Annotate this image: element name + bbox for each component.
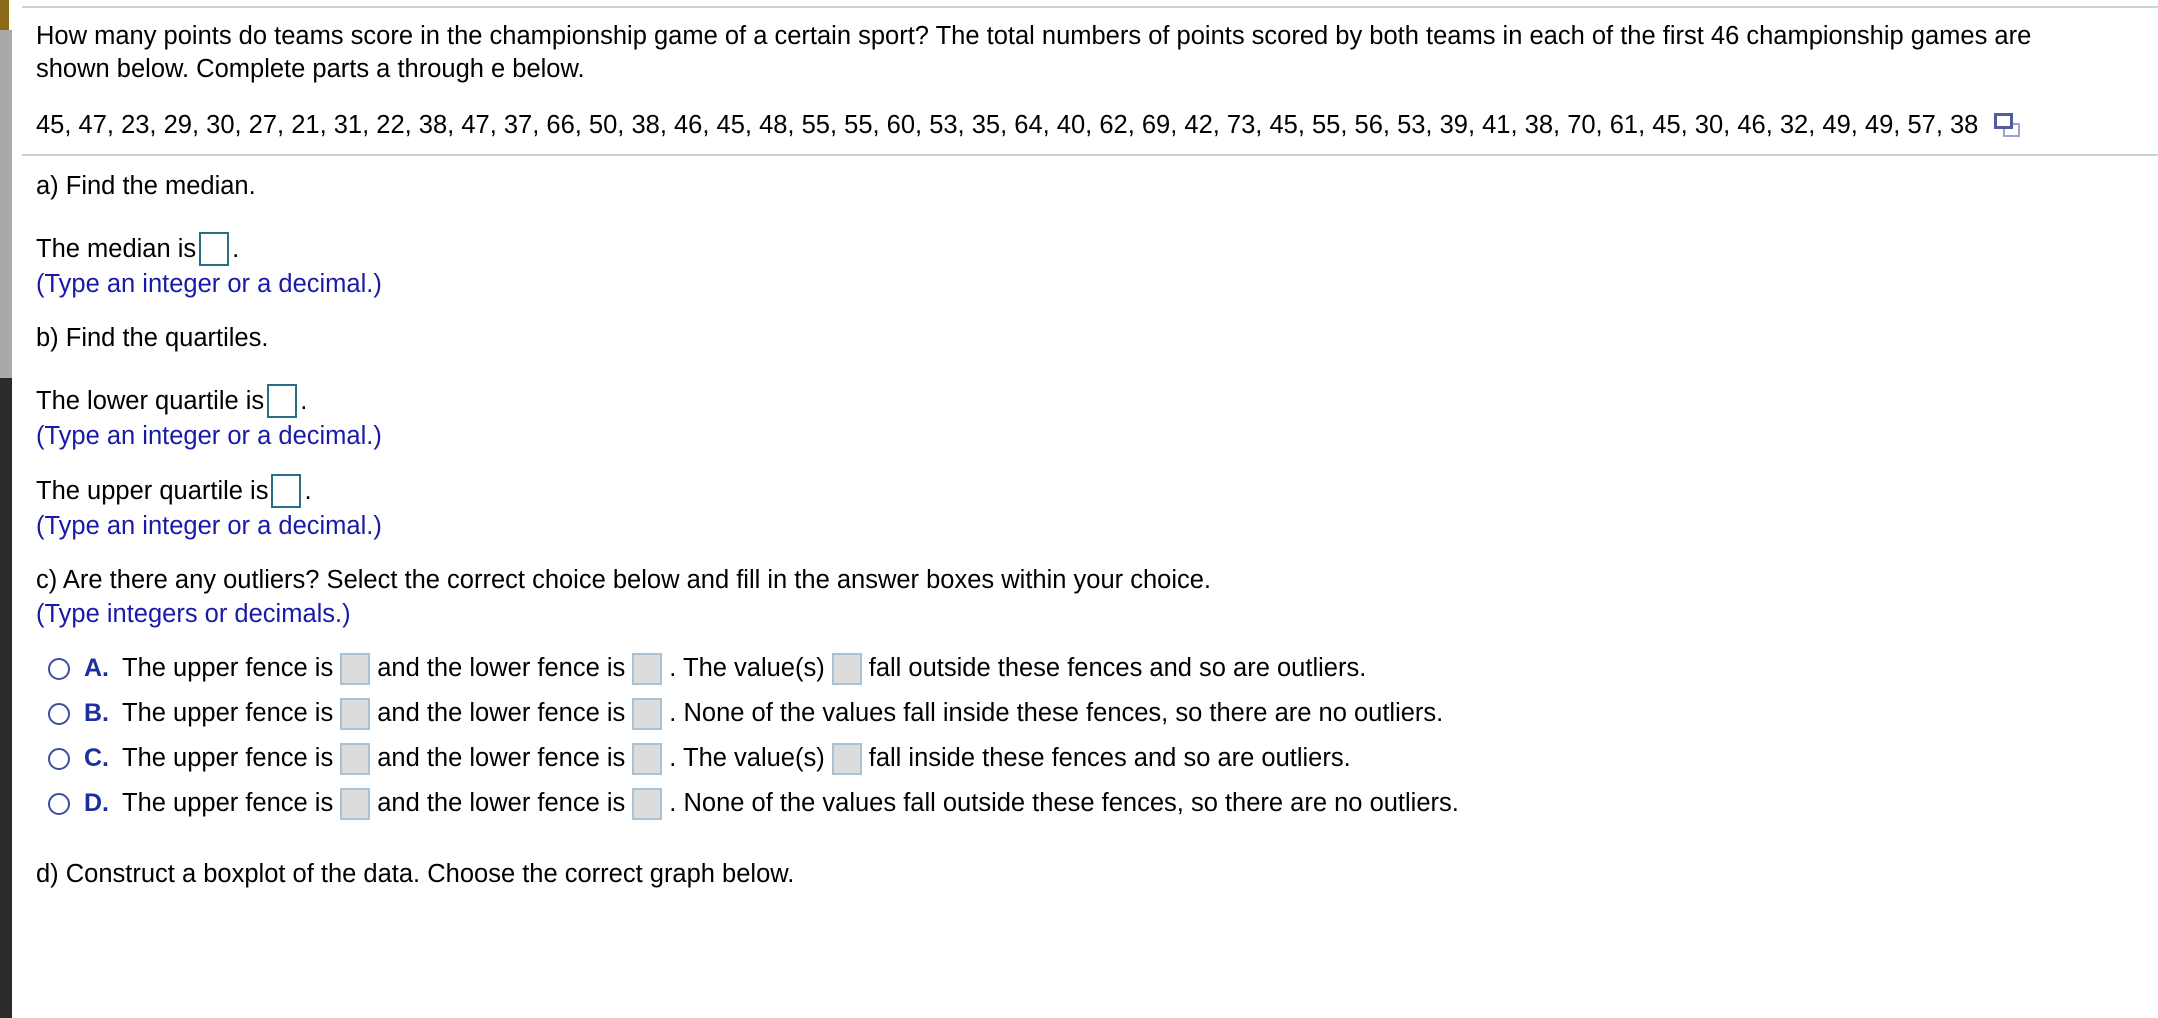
choice-b-seg3: . None of the values fall inside these f… xyxy=(669,699,1444,727)
choice-a-seg2: and the lower fence is xyxy=(377,654,626,682)
choice-d-seg3: . None of the values fall outside these … xyxy=(669,789,1459,817)
copy-icon[interactable] xyxy=(1994,113,2021,137)
outlier-choice-group: A. The upper fence is and the lower fenc… xyxy=(36,646,2138,826)
choice-a-upper-fence-input[interactable] xyxy=(340,652,371,685)
choice-letter-c: C. xyxy=(84,744,109,772)
data-values-row: 45, 47, 23, 29, 30, 27, 21, 31, 22, 38, … xyxy=(36,110,2138,140)
choice-c-seg1: The upper fence is xyxy=(122,744,334,772)
median-answer-line: The median is . xyxy=(36,232,2138,266)
radio-icon-a[interactable] xyxy=(48,657,70,680)
choice-c-seg2: and the lower fence is xyxy=(377,744,626,772)
choice-letter-b: B. xyxy=(84,699,109,727)
part-a-heading: a) Find the median. xyxy=(36,172,256,200)
edge-gold-marker xyxy=(0,0,9,30)
choice-option-c[interactable]: C. The upper fence is and the lower fenc… xyxy=(36,736,2138,781)
scrollbar-track[interactable] xyxy=(0,30,12,378)
choice-text-a: The upper fence is and the lower fence i… xyxy=(122,652,1367,685)
choice-text-b: The upper fence is and the lower fence i… xyxy=(122,697,1444,730)
exercise-page: How many points do teams score in the ch… xyxy=(22,0,2158,1018)
choice-text-c: The upper fence is and the lower fence i… xyxy=(122,742,1351,775)
choice-text-d: The upper fence is and the lower fence i… xyxy=(122,787,1459,820)
choice-a-seg3: . The value(s) xyxy=(669,654,825,682)
part-b-heading: b) Find the quartiles. xyxy=(36,324,269,352)
choice-a-seg1: The upper fence is xyxy=(122,654,334,682)
choice-option-d[interactable]: D. The upper fence is and the lower fenc… xyxy=(36,781,2138,826)
part-c-hint: (Type integers or decimals.) xyxy=(36,600,351,628)
choice-c-lower-fence-input[interactable] xyxy=(632,742,663,775)
choice-d-seg2: and the lower fence is xyxy=(377,789,626,817)
choice-d-lower-fence-input[interactable] xyxy=(632,787,663,820)
edge-gutter-bottom xyxy=(12,378,22,1018)
choice-option-a[interactable]: A. The upper fence is and the lower fenc… xyxy=(36,646,2138,691)
choice-option-b[interactable]: B. The upper fence is and the lower fenc… xyxy=(36,691,2138,736)
choice-c-upper-fence-input[interactable] xyxy=(340,742,371,775)
choice-b-seg1: The upper fence is xyxy=(122,699,334,727)
choice-d-upper-fence-input[interactable] xyxy=(340,787,371,820)
problem-statement-section: How many points do teams score in the ch… xyxy=(22,8,2158,140)
choice-a-values-input[interactable] xyxy=(831,652,862,685)
radio-icon-b[interactable] xyxy=(48,702,70,725)
part-d-heading: d) Construct a boxplot of the data. Choo… xyxy=(36,860,795,888)
lower-quartile-period: . xyxy=(300,387,308,415)
upper-quartile-hint: (Type an integer or a decimal.) xyxy=(36,512,382,540)
lower-quartile-label: The lower quartile is xyxy=(36,387,265,415)
upper-quartile-input[interactable] xyxy=(271,474,302,508)
upper-quartile-label: The upper quartile is xyxy=(36,477,269,505)
median-input[interactable] xyxy=(199,232,230,266)
median-label: The median is xyxy=(36,235,197,263)
lower-quartile-answer-line: The lower quartile is . xyxy=(36,384,2138,418)
data-values-text: 45, 47, 23, 29, 30, 27, 21, 31, 22, 38, … xyxy=(36,111,1979,139)
choice-a-seg4: fall outside these fences and so are out… xyxy=(868,654,1367,682)
choice-letter-a: A. xyxy=(84,654,109,682)
left-scrollbar-strip[interactable] xyxy=(0,0,22,1018)
choice-b-lower-fence-input[interactable] xyxy=(632,697,663,730)
radio-icon-d[interactable] xyxy=(48,792,70,815)
median-hint: (Type an integer or a decimal.) xyxy=(36,270,382,298)
choice-d-seg1: The upper fence is xyxy=(122,789,334,817)
choice-c-seg3: . The value(s) xyxy=(669,744,825,772)
edge-gutter-top xyxy=(9,0,22,30)
choice-c-values-input[interactable] xyxy=(831,742,862,775)
copy-icon-front-square xyxy=(1994,113,2014,129)
part-c-heading: c) Are there any outliers? Select the co… xyxy=(36,566,1212,594)
choice-c-seg4: fall inside these fences and so are outl… xyxy=(868,744,1351,772)
choice-a-lower-fence-input[interactable] xyxy=(632,652,663,685)
choice-letter-d: D. xyxy=(84,789,109,817)
problem-intro-text: How many points do teams score in the ch… xyxy=(36,22,2032,83)
edge-gutter-middle xyxy=(12,30,22,378)
upper-quartile-answer-line: The upper quartile is . xyxy=(36,474,2138,508)
lower-quartile-input[interactable] xyxy=(267,384,298,418)
choice-b-upper-fence-input[interactable] xyxy=(340,697,371,730)
answer-body: a) Find the median. The median is . (Typ… xyxy=(22,156,2158,890)
scrollbar-thumb[interactable] xyxy=(0,378,12,1018)
upper-quartile-period: . xyxy=(304,477,312,505)
lower-quartile-hint: (Type an integer or a decimal.) xyxy=(36,422,382,450)
radio-icon-c[interactable] xyxy=(48,747,70,770)
choice-b-seg2: and the lower fence is xyxy=(377,699,626,727)
median-period: . xyxy=(232,235,240,263)
